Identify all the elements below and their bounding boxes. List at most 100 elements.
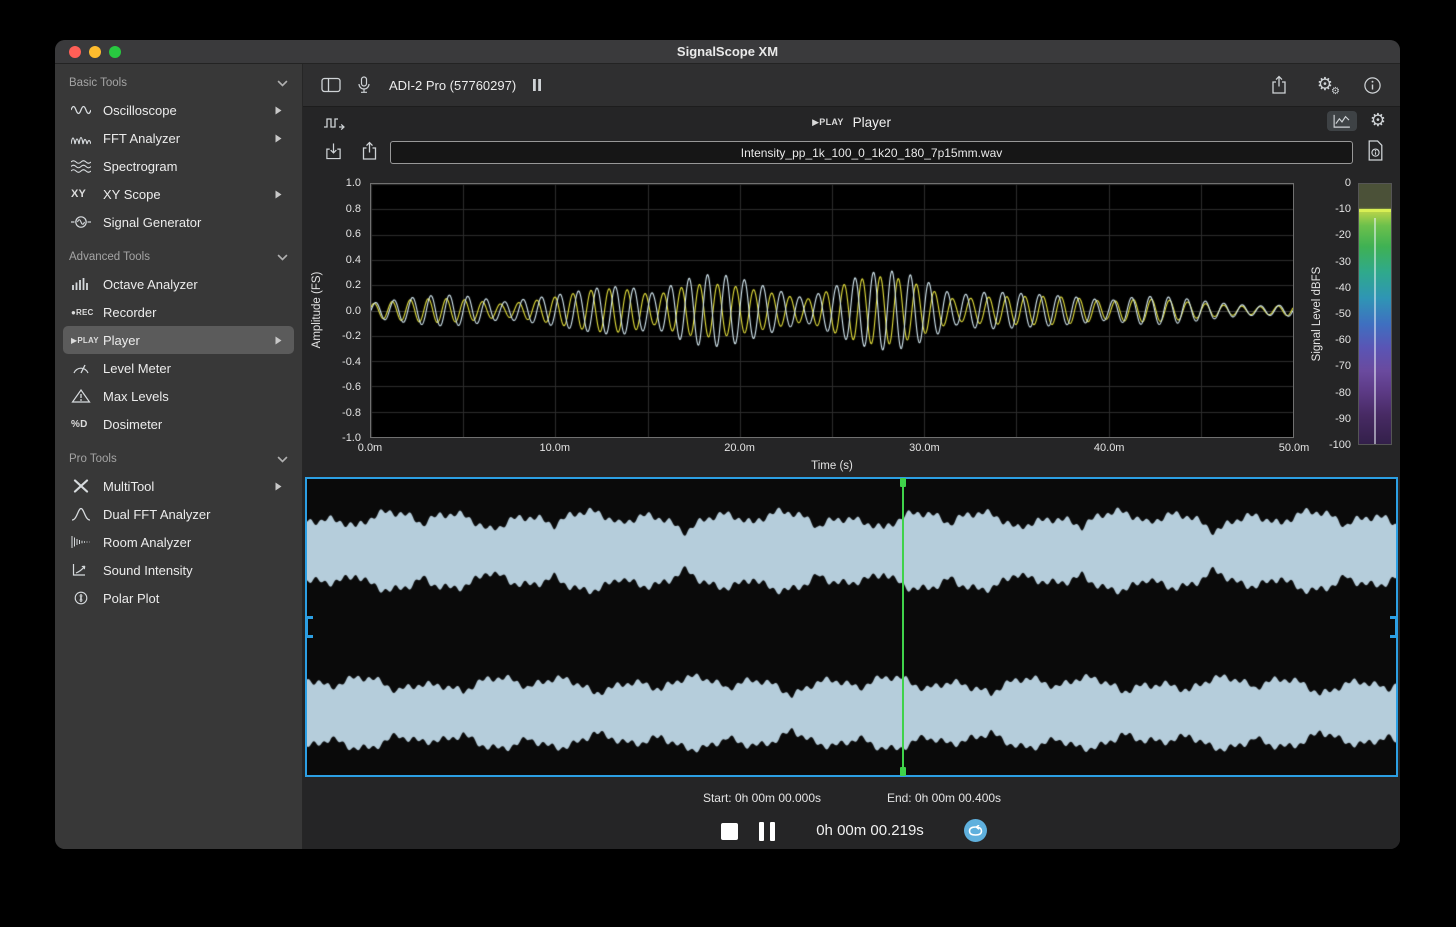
sidebar-item-label: Max Levels [103, 389, 169, 404]
waveform-overview[interactable] [305, 477, 1398, 777]
tick-label: -60 [1335, 334, 1351, 346]
sidebar-item-label: Level Meter [103, 361, 171, 376]
octave-analyzer-icon [71, 277, 103, 291]
level-meter [1358, 183, 1392, 445]
selection-start-handle[interactable] [305, 616, 313, 638]
pause-button[interactable] [759, 822, 775, 841]
tick-label: -0.4 [342, 356, 361, 368]
player-content: ▶PLAY Player ⚙ [303, 107, 1400, 849]
tick-label: 0.0m [358, 442, 382, 454]
player-settings-gear-icon[interactable]: ⚙ [1370, 112, 1386, 130]
import-file-icon[interactable] [325, 141, 342, 161]
recorder-icon: ●REC [71, 308, 103, 317]
sidebar-item-dosimeter[interactable]: %DDosimeter [63, 410, 294, 438]
submenu-arrow-icon [275, 134, 286, 143]
sidebar-item-recorder[interactable]: ●RECRecorder [63, 298, 294, 326]
filename-field[interactable]: Intensity_pp_1k_100_0_1k20_180_7p15mm.wa… [390, 141, 1353, 164]
sidebar-item-room-analyzer[interactable]: Room Analyzer [63, 528, 294, 556]
sidebar-item-max-levels[interactable]: Max Levels [63, 382, 294, 410]
info-icon[interactable] [1363, 76, 1382, 95]
sidebar-section-pro-tools[interactable]: Pro Tools [55, 446, 302, 472]
sidebar-section-advanced-tools[interactable]: Advanced Tools [55, 244, 302, 270]
chevron-down-icon [277, 456, 288, 463]
spectrogram-icon [71, 159, 103, 173]
sidebar-item-dual-fft-analyzer[interactable]: Dual FFT Analyzer [63, 500, 294, 528]
tick-label: 30.0m [909, 442, 940, 454]
toolbar-right-group: ⚙⚙ [1271, 75, 1382, 95]
tick-label: 0.0 [346, 305, 361, 317]
submenu-arrow-icon [275, 190, 286, 199]
settings-gear-icon[interactable]: ⚙⚙ [1317, 76, 1333, 94]
sound-intensity-icon [71, 563, 103, 577]
chevron-down-icon [277, 80, 288, 87]
playhead[interactable] [902, 479, 904, 775]
sidebar-item-level-meter[interactable]: Level Meter [63, 354, 294, 382]
sidebar-item-octave-analyzer[interactable]: Octave Analyzer [63, 270, 294, 298]
loop-button[interactable] [964, 819, 987, 842]
y-tick-labels: 1.00.80.60.40.20.0-0.2-0.4-0.6-0.8-1.0 [327, 183, 365, 438]
playhead-bottom-handle[interactable] [900, 767, 906, 776]
tick-label: 1.0 [346, 177, 361, 189]
plot-area[interactable] [370, 183, 1294, 438]
main-panel: ADI-2 Pro (57760297) ⚙⚙ [303, 64, 1400, 849]
submenu-arrow-icon [275, 106, 286, 115]
file-row: Intensity_pp_1k_100_0_1k20_180_7p15mm.wa… [303, 139, 1400, 165]
xy-scope-icon: XY [71, 188, 103, 200]
stop-button[interactable] [721, 823, 738, 840]
tick-label: 0.2 [346, 279, 361, 291]
sidebar-item-label: XY Scope [103, 187, 161, 202]
player-title-group: ▶PLAY Player [303, 107, 1400, 137]
playhead-top-handle[interactable] [900, 478, 906, 487]
tick-label: -100 [1329, 439, 1351, 451]
selection-end-time: End: 0h 00m 00.400s [887, 791, 1001, 805]
sidebar-item-fft-analyzer[interactable]: FFT Analyzer [63, 124, 294, 152]
level-indicator [1374, 218, 1376, 444]
sidebar-item-player[interactable]: ▶PLAYPlayer [63, 326, 294, 354]
plot-view-toggle-icon[interactable] [1327, 111, 1357, 131]
submenu-arrow-icon [275, 336, 286, 345]
level-meter-icon [71, 361, 103, 375]
microphone-icon[interactable] [357, 76, 371, 94]
amplitude-plot: Amplitude (FS) 1.00.80.60.40.20.0-0.2-0.… [303, 176, 1400, 476]
sidebar-item-label: Dosimeter [103, 417, 162, 432]
filename-text: Intensity_pp_1k_100_0_1k20_180_7p15mm.wa… [741, 146, 1003, 160]
sidebar-item-label: Spectrogram [103, 159, 177, 174]
dual-fft-analyzer-icon [71, 507, 103, 521]
tick-label: 10.0m [540, 442, 571, 454]
room-analyzer-icon [71, 535, 103, 549]
sidebar-item-polar-plot[interactable]: Polar Plot [63, 584, 294, 612]
sidebar-section-basic-tools[interactable]: Basic Tools [55, 70, 302, 96]
sidebar-toggle-icon[interactable] [321, 77, 341, 93]
sidebar-item-signal-generator[interactable]: Signal Generator [63, 208, 294, 236]
sidebar-item-label: Polar Plot [103, 591, 159, 606]
polar-plot-icon [71, 591, 103, 605]
sidebar-item-spectrogram[interactable]: Spectrogram [63, 152, 294, 180]
fft-analyzer-icon [71, 131, 103, 145]
share-icon[interactable] [1271, 75, 1287, 95]
selection-start-time: Start: 0h 00m 00.000s [703, 791, 821, 805]
sidebar-item-label: Room Analyzer [103, 535, 191, 550]
tick-label: -90 [1335, 413, 1351, 425]
selection-end-handle[interactable] [1390, 616, 1398, 638]
file-info-icon[interactable] [1367, 140, 1384, 161]
sidebar-item-oscilloscope[interactable]: Oscilloscope [63, 96, 294, 124]
peak-marker [1359, 209, 1391, 212]
y-axis-label: Amplitude (FS) [311, 272, 323, 349]
sidebar-item-label: FFT Analyzer [103, 131, 180, 146]
device-pause-icon[interactable] [532, 78, 542, 92]
tick-label: 20.0m [724, 442, 755, 454]
sidebar-item-sound-intensity[interactable]: Sound Intensity [63, 556, 294, 584]
sidebar-item-xy-scope[interactable]: XYXY Scope [63, 180, 294, 208]
tick-label: 0.4 [346, 254, 361, 266]
sidebar-item-label: Oscilloscope [103, 103, 177, 118]
x-tick-labels: 0.0m10.0m20.0m30.0m40.0m50.0m [370, 442, 1294, 456]
oscilloscope-icon [71, 103, 103, 117]
waveform-plot-canvas [371, 184, 1293, 437]
desktop-background: SignalScope XM Basic ToolsOscilloscopeFF… [0, 0, 1456, 927]
device-name[interactable]: ADI-2 Pro (57760297) [389, 78, 516, 93]
x-axis-label: Time (s) [370, 460, 1294, 472]
sidebar-item-label: Player [103, 333, 140, 348]
export-file-icon[interactable] [361, 141, 378, 161]
tick-label: -20 [1335, 229, 1351, 241]
sidebar-item-multitool[interactable]: MultiTool [63, 472, 294, 500]
